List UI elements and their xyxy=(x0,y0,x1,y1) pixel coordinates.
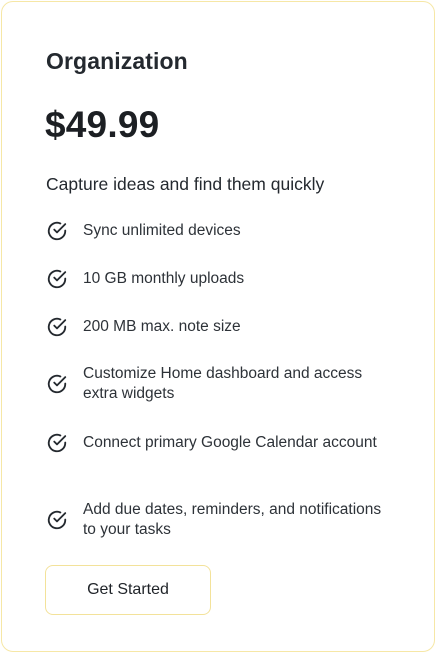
get-started-button[interactable]: Get Started xyxy=(45,565,211,615)
feature-text: Customize Home dashboard and access extr… xyxy=(83,365,363,402)
feature-text: 200 MB max. note size xyxy=(83,318,241,335)
pricing-card: Organization $49.99 Capture ideas and fi… xyxy=(1,1,435,652)
check-circle-icon xyxy=(46,220,68,242)
plan-tagline: Capture ideas and find them quickly xyxy=(46,174,325,194)
feature-text: Sync unlimited devices xyxy=(83,222,241,239)
feature-text: 10 GB monthly uploads xyxy=(83,270,245,287)
feature-item: Customize Home dashboard and access extr… xyxy=(46,364,396,404)
check-circle-icon xyxy=(46,373,68,395)
plan-price: $49.99 xyxy=(45,104,160,145)
feature-item: Add due dates, reminders, and notificati… xyxy=(46,500,396,540)
feature-text: Connect primary Google Calendar account xyxy=(83,434,377,451)
check-circle-icon xyxy=(46,268,68,290)
feature-text: Add due dates, reminders, and notificati… xyxy=(83,501,382,538)
feature-item: 10 GB monthly uploads xyxy=(46,268,396,290)
feature-item: 200 MB max. note size xyxy=(46,316,396,338)
feature-item: Connect primary Google Calendar account xyxy=(46,432,396,454)
check-circle-icon xyxy=(46,432,68,454)
check-circle-icon xyxy=(46,509,68,531)
feature-item: Sync unlimited devices xyxy=(46,220,396,242)
plan-name: Organization xyxy=(46,48,188,74)
check-circle-icon xyxy=(46,316,68,338)
